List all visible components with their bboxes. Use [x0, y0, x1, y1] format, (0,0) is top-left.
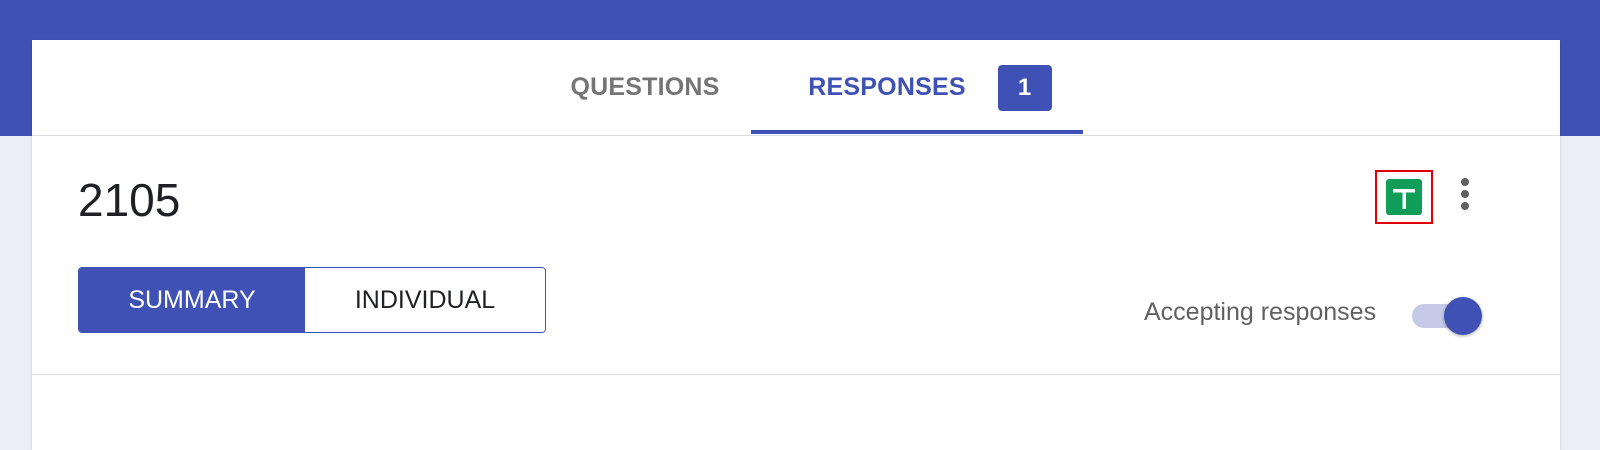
- view-segmented-control: SUMMARY INDIVIDUAL: [78, 267, 546, 333]
- accepting-responses-label: Accepting responses: [1144, 298, 1377, 326]
- tab-responses-label: RESPONSES: [808, 73, 966, 101]
- tab-questions-label: QUESTIONS: [570, 73, 720, 101]
- tab-questions[interactable]: QUESTIONS: [540, 40, 750, 135]
- active-tab-indicator: [751, 130, 1083, 134]
- tab-responses[interactable]: RESPONSES 1: [750, 40, 1120, 135]
- toggle-thumb: [1444, 297, 1482, 335]
- individual-button[interactable]: INDIVIDUAL: [305, 268, 545, 332]
- more-vert-icon-dot: [1461, 202, 1469, 210]
- view-in-sheets-button[interactable]: [1375, 170, 1433, 224]
- more-vert-icon-dot: [1461, 190, 1469, 198]
- section-divider: [32, 374, 1560, 375]
- form-card: QUESTIONS RESPONSES 1 2105 SUMMARY INDIV…: [32, 40, 1560, 450]
- more-vert-icon: [1461, 178, 1469, 186]
- summary-button[interactable]: SUMMARY: [79, 268, 305, 332]
- tabs-bar: QUESTIONS RESPONSES 1: [32, 40, 1560, 136]
- response-count-title: 2105: [78, 174, 181, 226]
- more-options-button[interactable]: [1450, 172, 1480, 216]
- responses-count-badge: 1: [997, 64, 1052, 111]
- accepting-responses-toggle[interactable]: [1408, 297, 1484, 335]
- google-sheets-icon: [1386, 179, 1422, 215]
